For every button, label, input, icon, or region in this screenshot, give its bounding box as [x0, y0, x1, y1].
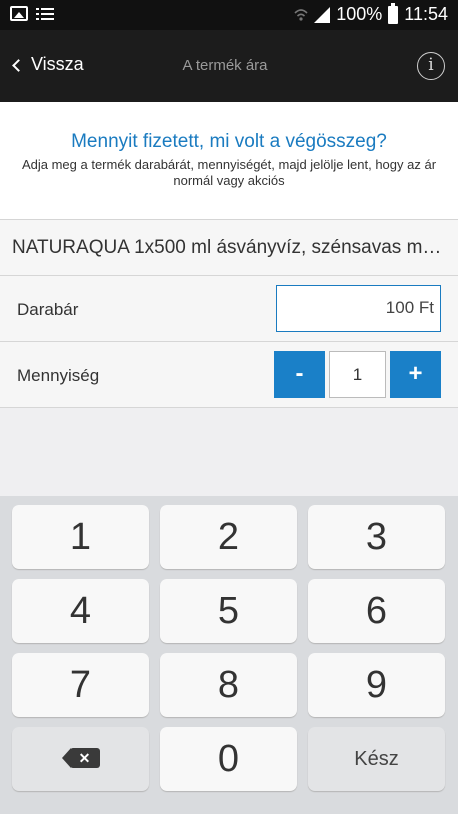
quantity-value[interactable]: 1 — [329, 351, 386, 398]
signal-icon — [314, 6, 331, 23]
empty-area — [0, 408, 458, 496]
info-icon[interactable]: i — [417, 52, 445, 80]
key-1[interactable]: 1 — [12, 505, 149, 569]
key-7[interactable]: 7 — [12, 653, 149, 717]
wifi-icon — [294, 8, 308, 21]
unit-price-row: Darabár 100 Ft — [0, 276, 458, 342]
list-icon — [36, 7, 54, 20]
instruction-title: Mennyit fizetett, mi volt a végösszeg? — [71, 131, 387, 152]
clock: 11:54 — [404, 4, 448, 24]
image-icon — [10, 6, 28, 21]
key-0[interactable]: 0 — [160, 727, 297, 791]
instruction-panel: Mennyit fizetett, mi volt a végösszeg? A… — [0, 102, 458, 220]
product-name: NATURAQUA 1x500 ml ásványvíz, szénsavas … — [12, 237, 448, 258]
quantity-stepper: - 1 + — [274, 351, 441, 398]
status-bar: 100% 11:54 — [0, 0, 458, 30]
backspace-icon: ✕ — [61, 747, 100, 768]
key-5[interactable]: 5 — [160, 579, 297, 643]
key-4[interactable]: 4 — [12, 579, 149, 643]
app-bar: Vissza A termék ára i — [0, 30, 458, 102]
status-left-icons — [10, 6, 54, 21]
instruction-text: Adja meg a termék darabárát, mennyiségét… — [21, 157, 437, 188]
key-8[interactable]: 8 — [160, 653, 297, 717]
quantity-row: Mennyiség - 1 + — [0, 342, 458, 408]
backspace-key[interactable]: ✕ — [12, 727, 149, 791]
key-6[interactable]: 6 — [308, 579, 445, 643]
page-title: A termék ára — [182, 57, 268, 74]
battery-icon — [388, 2, 399, 24]
increment-button[interactable]: + — [390, 351, 441, 398]
decrement-button[interactable]: - — [274, 351, 325, 398]
numeric-keyboard: 1 2 3 4 5 6 7 8 9 ✕ 0 Kész — [0, 496, 458, 814]
unit-price-input[interactable]: 100 Ft — [276, 285, 441, 332]
battery-percent: 100% — [336, 4, 383, 24]
key-9[interactable]: 9 — [308, 653, 445, 717]
quantity-label: Mennyiség — [17, 366, 100, 385]
key-3[interactable]: 3 — [308, 505, 445, 569]
done-key[interactable]: Kész — [308, 727, 445, 791]
product-row: NATURAQUA 1x500 ml ásványvíz, szénsavas … — [0, 220, 458, 276]
key-2[interactable]: 2 — [160, 505, 297, 569]
unit-price-label: Darabár — [17, 300, 79, 319]
status-right-icons: 100% 11:54 — [294, 2, 448, 25]
